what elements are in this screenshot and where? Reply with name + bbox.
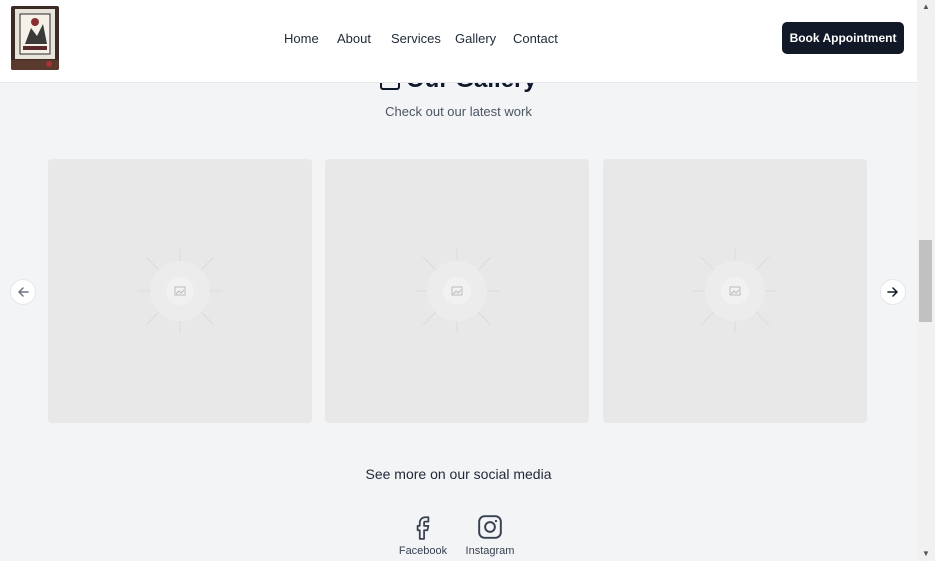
instagram-label: Instagram (465, 545, 515, 557)
page-scrollbar[interactable]: ▲ ▼ (917, 0, 935, 561)
gallery-image-1[interactable] (48, 159, 312, 423)
book-appointment-button[interactable]: Book Appointment (782, 22, 904, 54)
gallery-image-2[interactable] (325, 159, 589, 423)
image-placeholder-icon (138, 249, 222, 333)
gallery-subtitle: Check out our latest work (385, 104, 532, 119)
image-placeholder-icon (693, 249, 777, 333)
carousel-next-button[interactable] (880, 279, 906, 305)
nav-gallery[interactable]: Gallery (455, 31, 496, 46)
facebook-link[interactable]: Facebook (393, 514, 453, 557)
social-heading: See more on our social media (365, 466, 552, 482)
logo[interactable] (11, 6, 59, 70)
facebook-icon (416, 516, 430, 540)
nav-home[interactable]: Home (284, 31, 319, 46)
arrow-right-icon (887, 287, 898, 297)
gallery-image-3[interactable] (603, 159, 867, 423)
nav-about[interactable]: About (337, 31, 371, 46)
instagram-icon (478, 515, 502, 539)
nav-services[interactable]: Services (391, 31, 441, 46)
nav-contact[interactable]: Contact (513, 31, 558, 46)
site-header: Home About Services Gallery Contact Book… (0, 0, 917, 83)
instagram-link[interactable]: Instagram (460, 514, 520, 557)
facebook-label: Facebook (398, 545, 448, 557)
scroll-thumb[interactable] (919, 240, 932, 322)
arrow-left-icon (18, 287, 29, 297)
carousel-prev-button[interactable] (10, 279, 36, 305)
scroll-down-arrow[interactable]: ▼ (917, 547, 935, 561)
image-placeholder-icon (415, 249, 499, 333)
scroll-up-arrow[interactable]: ▲ (917, 0, 935, 14)
